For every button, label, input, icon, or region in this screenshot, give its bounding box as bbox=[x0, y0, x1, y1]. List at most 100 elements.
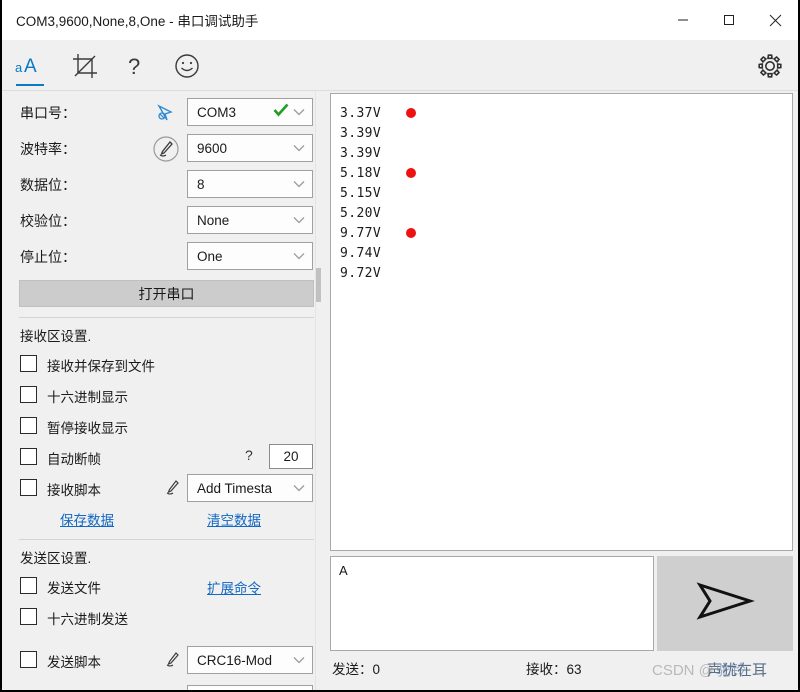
config-label: 停止位： bbox=[20, 249, 76, 265]
send-script-value: CRC16-Mod bbox=[197, 652, 273, 668]
close-button[interactable] bbox=[752, 0, 798, 40]
chevron-down-icon bbox=[293, 211, 305, 229]
chevron-down-icon bbox=[293, 247, 305, 265]
receive-value: 9.72V bbox=[340, 265, 382, 281]
receive-value: 5.20V bbox=[340, 205, 382, 221]
checkbox-save-to-file[interactable] bbox=[20, 355, 37, 372]
receive-line: 9.77V bbox=[340, 223, 792, 243]
config-label: 校验位： bbox=[20, 213, 76, 229]
baudrate-select[interactable]: 9600 bbox=[187, 134, 313, 162]
receive-line: 3.37V bbox=[340, 103, 792, 123]
receive-value: 5.18V bbox=[340, 165, 382, 181]
left-panel-scrollbar-thumb[interactable] bbox=[316, 268, 321, 302]
checkbox-row-hex-display: 十六进制显示 bbox=[2, 381, 320, 411]
checkbox-label: 发送脚本 bbox=[47, 655, 101, 670]
help-icon[interactable]: ? bbox=[113, 48, 157, 84]
pen-icon[interactable] bbox=[162, 477, 184, 499]
gear-icon[interactable] bbox=[752, 48, 788, 84]
watermark-user-overlay: 声犹在耳 bbox=[707, 662, 768, 679]
maximize-button[interactable] bbox=[706, 0, 752, 40]
checkbox-label: 发送文件 bbox=[47, 581, 101, 596]
config-label: 串口号： bbox=[20, 105, 76, 121]
send-script-select[interactable]: CRC16-Mod bbox=[187, 646, 313, 674]
checkbox-auto-frame[interactable] bbox=[20, 448, 37, 465]
clear-data-link[interactable]: 清空数据 bbox=[207, 509, 261, 529]
status-sent-count: 发送：0 bbox=[332, 662, 381, 677]
left-panel-scrollbar-track[interactable] bbox=[315, 91, 322, 690]
receive-value: 3.39V bbox=[340, 125, 382, 141]
receive-value: 3.37V bbox=[340, 105, 382, 121]
checkbox-hex-display[interactable] bbox=[20, 386, 37, 403]
checkbox-receive-script[interactable] bbox=[20, 479, 37, 496]
chevron-down-icon bbox=[293, 651, 305, 669]
pen-circle-icon[interactable] bbox=[152, 135, 180, 163]
databits-select[interactable]: 8 bbox=[187, 170, 313, 198]
open-port-button[interactable]: 打开串口 bbox=[19, 280, 314, 307]
status-bar: 发送：0 接收：63 CSDN @ 驼铃 声犹在耳 bbox=[330, 656, 793, 686]
send-button[interactable] bbox=[657, 556, 793, 651]
checkbox-label: 自动断帧 bbox=[47, 452, 101, 467]
send-arrow-icon bbox=[694, 579, 756, 628]
send-input[interactable]: A bbox=[330, 556, 654, 651]
minimize-button[interactable] bbox=[660, 0, 706, 40]
parity-select[interactable]: None bbox=[187, 206, 313, 234]
checkbox-pause-display[interactable] bbox=[20, 417, 37, 434]
receive-script-select[interactable]: Add Timesta bbox=[187, 474, 313, 502]
checkbox-row-pause-display: 暂停接收显示 bbox=[2, 412, 320, 442]
config-row-stopbits: 停止位： One bbox=[2, 239, 320, 275]
port-value: COM3 bbox=[197, 104, 237, 120]
chevron-down-icon bbox=[293, 479, 305, 497]
pen-icon[interactable] bbox=[162, 649, 184, 671]
chevron-down-icon bbox=[293, 139, 305, 157]
receive-line: 3.39V bbox=[340, 143, 792, 163]
scan-refresh-icon[interactable] bbox=[152, 99, 180, 127]
send-settings-title: 发送区设置. bbox=[20, 551, 92, 566]
crop-icon[interactable] bbox=[63, 48, 107, 84]
config-row-port: 串口号： COM3 bbox=[2, 95, 320, 131]
stopbits-select[interactable]: One bbox=[187, 242, 313, 270]
watermark: CSDN @ 驼铃 声犹在耳 bbox=[652, 659, 767, 680]
config-row-baud: 波特率： 9600 bbox=[2, 131, 320, 167]
receive-line: 9.74V bbox=[340, 243, 792, 263]
receive-line: 5.20V bbox=[340, 203, 792, 223]
status-received-count: 接收：63 bbox=[526, 662, 582, 677]
status-marker-dot bbox=[406, 168, 416, 178]
status-marker-dot bbox=[406, 228, 416, 238]
config-label: 波特率： bbox=[20, 141, 76, 157]
checkbox-send-file[interactable] bbox=[20, 577, 37, 594]
checkbox-label: 十六进制显示 bbox=[47, 390, 128, 405]
send-extra-select[interactable] bbox=[187, 685, 313, 690]
extend-command-link[interactable]: 扩展命令 bbox=[207, 577, 261, 597]
checkbox-send-script[interactable] bbox=[20, 651, 37, 668]
receive-value: 9.77V bbox=[340, 225, 382, 241]
auto-frame-help-icon[interactable]: ? bbox=[245, 447, 253, 463]
receive-script-value: Add Timesta bbox=[197, 480, 273, 496]
active-tool-indicator bbox=[16, 84, 44, 86]
checkbox-hex-send[interactable] bbox=[20, 608, 37, 625]
config-row-databits: 数据位： 8 bbox=[2, 167, 320, 203]
port-select[interactable]: COM3 bbox=[187, 98, 313, 126]
window-title: COM3,9600,None,8,One - 串口调试助手 bbox=[16, 14, 259, 29]
left-settings-panel: 串口号： COM3 波特率： 9600 数据位： 8 校验位： None 停止位… bbox=[2, 91, 320, 690]
divider bbox=[19, 317, 314, 318]
checkbox-label: 十六进制发送 bbox=[47, 612, 128, 627]
checkbox-row-hex-send: 十六进制发送 bbox=[2, 603, 320, 633]
smiley-icon[interactable] bbox=[165, 48, 209, 84]
receive-settings-title: 接收区设置. bbox=[20, 329, 92, 344]
receive-display[interactable]: 3.37V 3.39V 3.39V 5.18V 5.15V 5.20V 9.77… bbox=[330, 93, 793, 551]
watermark-user: 驼铃 bbox=[715, 662, 746, 679]
stopbits-value: One bbox=[197, 248, 223, 264]
checkbox-row-save-to-file: 接收并保存到文件 bbox=[2, 350, 320, 380]
config-label: 数据位： bbox=[20, 177, 76, 193]
check-icon bbox=[273, 103, 289, 122]
config-row-parity: 校验位： None bbox=[2, 203, 320, 239]
baudrate-value: 9600 bbox=[197, 140, 228, 156]
font-icon[interactable]: a A bbox=[8, 48, 52, 84]
checkbox-label: 接收并保存到文件 bbox=[47, 359, 155, 374]
save-data-link[interactable]: 保存数据 bbox=[60, 509, 114, 529]
svg-text:A: A bbox=[24, 56, 37, 77]
auto-frame-input[interactable]: 20 bbox=[269, 444, 313, 469]
svg-text:a: a bbox=[15, 60, 23, 75]
send-input-value: A bbox=[339, 563, 348, 578]
checkbox-row-send-script: 发送脚本 CRC16-Mod bbox=[2, 646, 320, 676]
